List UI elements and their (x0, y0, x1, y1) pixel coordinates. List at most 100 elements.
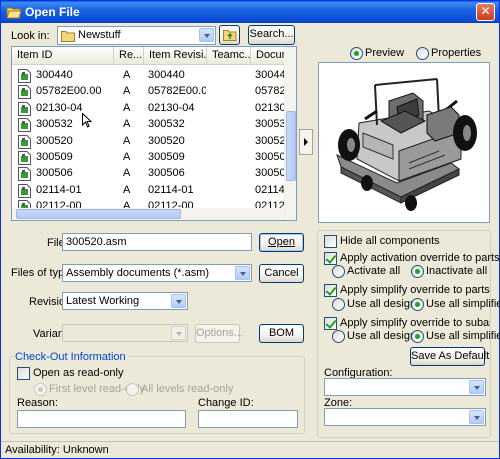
list-row[interactable]: 300506 A 300506 300506.a (12, 166, 287, 182)
cell-item-id: 300440 (36, 69, 73, 81)
cancel-button[interactable]: Cancel (259, 264, 304, 283)
column-item-id[interactable]: Item ID (12, 47, 114, 65)
list-row[interactable]: 02114-01 A 02114-01 02114-01 (12, 183, 287, 199)
use-all-simplified-parts-radio[interactable] (411, 298, 424, 311)
change-id-input[interactable] (198, 410, 298, 428)
cell-revision: A (123, 69, 131, 81)
cell-document: 300506.a (255, 167, 287, 180)
cell-item-revision: 300532 (148, 118, 185, 131)
close-button[interactable]: ✕ (476, 3, 495, 21)
status-bar: Availability: Unknown (1, 441, 499, 458)
search-button-label: Search... (249, 28, 294, 40)
cell-revision: A (123, 118, 131, 131)
hide-all-components-checkbox[interactable] (324, 235, 337, 248)
options-button-label: Options... (196, 327, 244, 339)
apply-simplify-subassemblies-checkbox[interactable] (324, 317, 337, 330)
use-all-design-subassemblies-radio[interactable] (332, 330, 345, 343)
bom-button[interactable]: BOM (259, 324, 304, 343)
cell-item-revision: 02130-04 (148, 101, 195, 114)
save-as-default-button[interactable]: Save As Default (410, 347, 489, 366)
configuration-dropdown[interactable] (324, 378, 486, 396)
list-row[interactable]: 300440 A 300440 300440.a (12, 68, 287, 84)
cell-revision: A (123, 183, 131, 196)
cell-item-revision: 300506 (148, 167, 185, 180)
files-of-type-dropdown[interactable]: Assembly documents (*.asm) (62, 264, 252, 282)
list-row[interactable]: 02130-04 A 02130-04 02130-04 (12, 101, 287, 117)
preview-radio[interactable] (350, 47, 363, 60)
folder-up-button[interactable] (219, 25, 240, 45)
cell-document: 300532.a (255, 118, 287, 131)
checkout-group-title: Check-Out Information (13, 351, 128, 363)
properties-radio-label: Properties (431, 47, 482, 59)
list-row[interactable]: 300509 A 300509 300509.a (12, 150, 287, 166)
expand-panel-button[interactable] (299, 129, 313, 155)
chevron-down-icon[interactable] (199, 28, 214, 42)
look-in-label: Look in: (11, 30, 50, 42)
vertical-scroll-thumb[interactable] (286, 111, 296, 181)
open-button[interactable]: Open (259, 233, 304, 252)
apply-simplify-parts-label: Apply simplify override to parts (340, 284, 490, 296)
chevron-down-icon[interactable] (469, 380, 484, 394)
properties-radio[interactable] (416, 47, 429, 60)
folder-up-icon (223, 30, 237, 41)
use-all-simplified-subassemblies-radio[interactable] (411, 330, 424, 343)
use-all-design-subassemblies-label: Use all design (347, 330, 417, 342)
folder-icon (61, 31, 75, 42)
chevron-down-icon[interactable] (469, 410, 484, 424)
revision-dropdown[interactable]: Latest Working (62, 292, 188, 310)
list-row[interactable]: 300532 A 300532 300532.a (12, 117, 287, 133)
file-list[interactable]: Item ID Re... Item Revisi... Teamc... Do… (11, 46, 297, 221)
list-row[interactable]: 300520 A 300520 300520.a (12, 134, 287, 150)
chevron-down-icon[interactable] (235, 266, 250, 280)
assembly-document-icon (18, 118, 31, 133)
column-revision[interactable]: Re... (114, 47, 144, 65)
apply-activation-override-checkbox[interactable] (324, 252, 337, 265)
column-teamcenter[interactable]: Teamc... (207, 47, 251, 65)
cell-revision: A (123, 85, 131, 98)
cell-item-revision: 300440 (148, 69, 185, 81)
list-row[interactable]: 05782E00.00 A 05782E00.00 05782E00 (12, 84, 287, 100)
variant-dropdown[interactable] (62, 324, 188, 342)
search-button[interactable]: Search... (248, 25, 295, 45)
assembly-document-icon (18, 69, 31, 83)
chevron-down-icon[interactable] (171, 326, 186, 340)
horizontal-scroll-thumb[interactable] (16, 209, 181, 219)
cell-document: 300509.a (255, 151, 287, 163)
preview-radio-label: Preview (365, 47, 405, 59)
list-header: Item ID Re... Item Revisi... Teamc... Do… (12, 47, 296, 65)
mouse-cursor-icon (82, 113, 92, 128)
zone-dropdown[interactable] (324, 408, 486, 426)
window-title: Open File (25, 5, 80, 19)
look-in-dropdown[interactable]: Newstuff (57, 26, 216, 45)
file-name-value: 300520.asm (66, 236, 127, 248)
revision-value: Latest Working (66, 295, 140, 307)
cell-revision: A (123, 151, 131, 163)
use-all-simplified-subassemblies-label: Use all simplified (426, 330, 500, 342)
cell-item-id: 300509 (36, 151, 73, 163)
assembly-document-icon (18, 151, 31, 165)
options-button[interactable]: Options... (195, 324, 244, 343)
list-vertical-scrollbar[interactable] (284, 47, 296, 220)
open-read-only-label: Open as read-only (33, 367, 124, 379)
first-level-read-only-radio[interactable] (34, 383, 47, 396)
activate-all-radio[interactable] (332, 265, 345, 278)
reason-input[interactable] (17, 410, 186, 428)
inactivate-all-radio[interactable] (411, 265, 424, 278)
apply-simplify-parts-checkbox[interactable] (324, 284, 337, 297)
assembly-document-icon (18, 183, 31, 198)
use-all-design-parts-radio[interactable] (332, 298, 345, 311)
list-horizontal-scrollbar[interactable] (12, 208, 284, 220)
cell-item-id: 05782E00.00 (36, 85, 102, 98)
column-item-revision[interactable]: Item Revisi... (144, 47, 207, 65)
open-read-only-checkbox[interactable] (17, 367, 30, 380)
cell-document: 300520.a (255, 134, 287, 147)
status-text: Availability: Unknown (5, 444, 109, 456)
file-name-input[interactable]: 300520.asm (62, 233, 252, 251)
look-in-value: Newstuff (78, 29, 121, 41)
chevron-down-icon[interactable] (171, 294, 186, 308)
cell-document: 300440.a (255, 69, 287, 81)
mower-preview-image (336, 78, 477, 211)
all-levels-read-only-radio[interactable] (126, 383, 139, 396)
cell-document: 02130-04 (255, 101, 287, 114)
title-bar[interactable]: Open File ✕ (1, 1, 499, 23)
